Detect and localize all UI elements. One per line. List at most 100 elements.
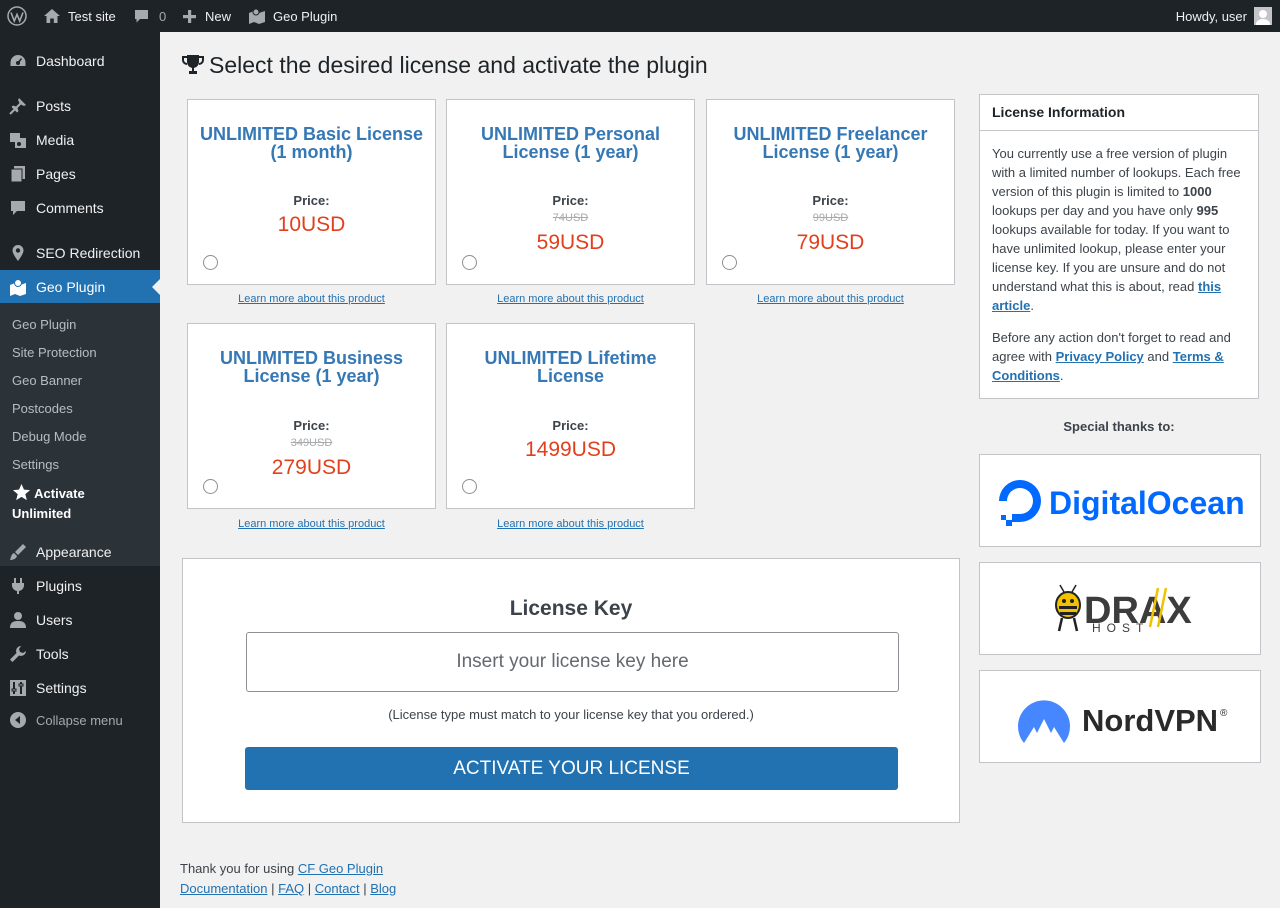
submenu-item-postcodes[interactable]: Postcodes xyxy=(12,401,73,416)
submenu-item-debug-mode[interactable]: Debug Mode xyxy=(12,429,86,444)
sponsor-digitalocean[interactable]: DigitalOcean xyxy=(979,454,1261,547)
comments-link[interactable]: 0 xyxy=(133,0,166,32)
plan-old-price: 349USD xyxy=(290,437,333,449)
plan-radio[interactable] xyxy=(462,255,477,270)
contact-link[interactable]: Contact xyxy=(315,881,360,896)
plan-card-business[interactable]: UNLIMITED Business License (1 year) Pric… xyxy=(187,323,436,509)
sponsor-nordvpn[interactable]: NordVPN ® xyxy=(979,670,1261,763)
activate-license-button[interactable]: Activate your license xyxy=(245,747,898,790)
map-icon xyxy=(249,8,265,24)
sidebar-item-users[interactable]: Users xyxy=(0,603,160,637)
plan-price: 10USD xyxy=(277,213,346,236)
plan-card-freelancer[interactable]: UNLIMITED Freelancer License (1 year) Pr… xyxy=(706,99,955,285)
plan-radio[interactable] xyxy=(462,479,477,494)
digitalocean-logo: DigitalOcean xyxy=(999,480,1245,526)
learn-more-link[interactable]: Learn more about this product xyxy=(187,518,436,530)
admin-sidebar: Dashboard Posts Media Pages Comments SEO… xyxy=(0,32,160,908)
sidebar-item-seo-redirection[interactable]: SEO Redirection xyxy=(0,236,160,270)
submenu-item-settings[interactable]: Settings xyxy=(12,457,59,472)
sidebar-item-tools[interactable]: Tools xyxy=(0,637,160,671)
plan-title: UNLIMITED Freelancer License (1 year) xyxy=(733,124,928,162)
plan-radio[interactable] xyxy=(203,255,218,270)
submenu-item-site-protection[interactable]: Site Protection xyxy=(12,345,97,360)
geo-plugin-submenu: Geo Plugin Site Protection Geo Banner Po… xyxy=(0,303,160,566)
pin-icon xyxy=(9,98,26,115)
sponsor-draxhost[interactable]: DRAX HOST xyxy=(979,562,1261,655)
documentation-link[interactable]: Documentation xyxy=(180,881,267,896)
sidebar-item-dashboard[interactable]: Dashboard xyxy=(0,44,160,78)
blog-link[interactable]: Blog xyxy=(370,881,396,896)
user-icon xyxy=(10,612,26,628)
plan-title: UNLIMITED Personal License (1 year) xyxy=(480,124,661,162)
price-label: Price: xyxy=(293,193,330,208)
plan-old-price: 99USD xyxy=(812,212,849,224)
plan-card-lifetime[interactable]: UNLIMITED Lifetime License Price: 1499US… xyxy=(446,323,695,509)
price-label: Price: xyxy=(552,193,589,208)
license-info-body: You currently use a free version of plug… xyxy=(992,146,1241,383)
nordvpn-wordmark: NordVPN xyxy=(1082,703,1218,738)
pages-icon xyxy=(10,166,25,183)
learn-more-link[interactable]: Learn more about this product xyxy=(187,293,436,305)
license-key-input[interactable] xyxy=(246,632,899,692)
avatar xyxy=(1254,7,1272,25)
lookups-remaining: 995 xyxy=(1196,203,1219,218)
plus-icon xyxy=(183,9,196,23)
lookup-limit: 1000 xyxy=(1182,184,1212,199)
new-label: New xyxy=(205,8,232,24)
site-name: Test site xyxy=(68,8,116,24)
comments-count: 0 xyxy=(159,8,167,24)
learn-more-link[interactable]: Learn more about this product xyxy=(446,518,695,530)
sidebar-item-appearance[interactable]: Appearance xyxy=(0,535,160,569)
plan-card-basic[interactable]: UNLIMITED Basic License (1 month) Price:… xyxy=(187,99,436,285)
license-note: (License type must match to your license… xyxy=(388,707,754,722)
comment-icon xyxy=(11,201,25,215)
collapse-menu-button[interactable]: Collapse menu xyxy=(0,703,160,737)
greeting: Howdy, user xyxy=(1175,8,1247,24)
cf-geo-plugin-link[interactable]: CF Geo Plugin xyxy=(298,861,383,876)
submenu-item-geo-banner[interactable]: Geo Banner xyxy=(12,373,82,388)
submenu-item-geo-plugin[interactable]: Geo Plugin xyxy=(12,317,76,332)
geo-plugin-label: Geo Plugin xyxy=(273,8,338,24)
sidebar-item-geo-plugin[interactable]: Geo Plugin xyxy=(0,270,160,304)
brush-icon xyxy=(10,544,26,560)
admin-bar: Test site 0 New Geo Plugin Howdy, user xyxy=(0,0,1280,32)
map-icon xyxy=(10,279,26,296)
wordpress-logo-icon[interactable] xyxy=(7,0,27,32)
price-label: Price: xyxy=(293,418,330,433)
trophy-icon xyxy=(182,55,204,74)
site-name-link[interactable]: Test site xyxy=(43,0,116,32)
wrench-icon xyxy=(10,646,26,662)
faq-link[interactable]: FAQ xyxy=(278,881,304,896)
sliders-icon xyxy=(10,680,26,696)
nordvpn-logo: NordVPN ® xyxy=(1018,700,1228,743)
plan-card-personal[interactable]: UNLIMITED Personal License (1 year) Pric… xyxy=(446,99,695,285)
plan-radio[interactable] xyxy=(203,479,218,494)
submenu-item-activate-unlimited[interactable]: Activate Unlimited xyxy=(12,483,85,524)
dashboard-icon xyxy=(10,55,26,66)
plan-price: 79USD xyxy=(796,231,865,254)
new-content-link[interactable]: New xyxy=(182,0,231,32)
price-label: Price: xyxy=(812,193,849,208)
plan-old-price: 74USD xyxy=(552,212,589,224)
location-icon xyxy=(12,245,24,261)
account-menu[interactable]: Howdy, user xyxy=(1176,0,1272,32)
geo-plugin-link[interactable]: Geo Plugin xyxy=(248,0,337,32)
sidebar-item-settings[interactable]: Settings xyxy=(0,671,160,705)
license-heading: License Key xyxy=(509,597,633,620)
sidebar-item-pages[interactable]: Pages xyxy=(0,157,160,191)
plan-radio[interactable] xyxy=(722,255,737,270)
footer: Thank you for using CF Geo Plugin Docume… xyxy=(180,861,397,896)
media-icon xyxy=(10,133,26,148)
collapse-arrow-icon xyxy=(10,712,26,728)
plug-icon xyxy=(12,578,24,594)
learn-more-link[interactable]: Learn more about this product xyxy=(446,293,695,305)
learn-more-link[interactable]: Learn more about this product xyxy=(706,293,955,305)
sidebar-item-posts[interactable]: Posts xyxy=(0,89,160,123)
sidebar-item-plugins[interactable]: Plugins xyxy=(0,569,160,603)
plan-price: 1499USD xyxy=(524,438,617,461)
sidebar-item-comments[interactable]: Comments xyxy=(0,191,160,225)
svg-text:HOST: HOST xyxy=(1092,621,1149,635)
license-info-panel: License Information You currently use a … xyxy=(979,94,1259,399)
privacy-policy-link[interactable]: Privacy Policy xyxy=(1056,349,1144,364)
sidebar-item-media[interactable]: Media xyxy=(0,123,160,157)
